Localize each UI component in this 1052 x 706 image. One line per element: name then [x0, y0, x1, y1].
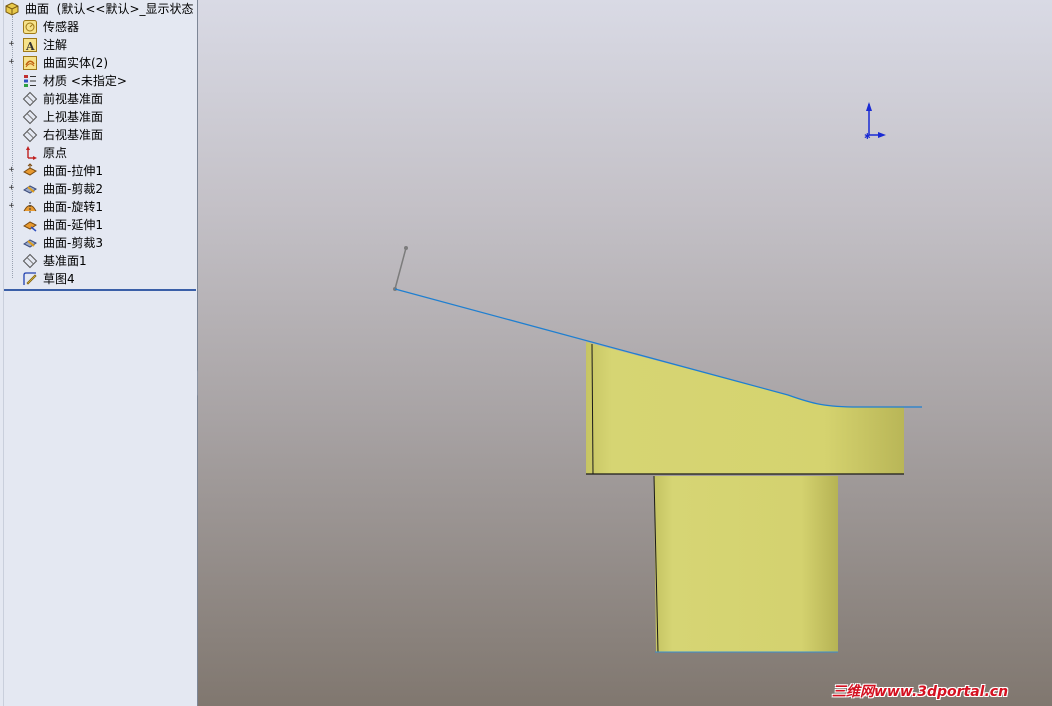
- expand-icon[interactable]: +: [7, 202, 16, 211]
- tree-item-label: 传感器: [43, 20, 80, 34]
- tree-item[interactable]: + 曲面-剪裁2: [0, 180, 197, 198]
- material-icon: [22, 73, 38, 89]
- tree-item[interactable]: 材质 <未指定>: [0, 72, 197, 90]
- watermark-logo: 三维网www.3dportal.cn: [832, 684, 1009, 700]
- graphics-viewport[interactable]: ✱: [198, 0, 1052, 706]
- plane-icon: [22, 253, 38, 269]
- surface-extend-icon: [22, 217, 38, 233]
- tree-item[interactable]: 原点: [0, 144, 197, 162]
- feature-manager-tree: 曲面 (默认<<默认>_显示状态 1 传感器 + A 注解 + 曲面实体(2) 材质 <未指…: [0, 0, 198, 706]
- surface-bodies-icon: [22, 55, 38, 71]
- tree-item-label: 曲面实体(2): [43, 56, 108, 70]
- plane-icon: [22, 127, 38, 143]
- surface-trim-icon: [22, 181, 38, 197]
- tree-root-part[interactable]: 曲面 (默认<<默认>_显示状态 1: [0, 0, 197, 18]
- tree-item[interactable]: 右视基准面: [0, 126, 197, 144]
- surface-extrude-icon: [22, 163, 38, 179]
- tree-item-label: 前视基准面: [43, 92, 104, 106]
- tree-item-label: 曲面-剪裁3: [43, 236, 103, 250]
- origin-icon: [22, 145, 38, 161]
- tree-item-label: 曲面-剪裁2: [43, 182, 103, 196]
- tree-item[interactable]: 曲面-延伸1: [0, 216, 197, 234]
- tree-item[interactable]: + 曲面实体(2): [0, 54, 197, 72]
- tree-item-label: 注解: [43, 38, 68, 52]
- expand-icon[interactable]: +: [7, 166, 16, 175]
- tree-item-label: 基准面1: [43, 254, 87, 268]
- sketch-stub[interactable]: [393, 246, 408, 291]
- expand-icon[interactable]: +: [7, 40, 16, 49]
- tree-item[interactable]: 上视基准面: [0, 108, 197, 126]
- surface-trim-icon: [22, 235, 38, 251]
- plane-icon: [22, 91, 38, 107]
- tree-item[interactable]: 前视基准面: [0, 90, 197, 108]
- tree-item-label: 曲面-延伸1: [43, 218, 103, 232]
- rollback-bar[interactable]: [4, 289, 196, 291]
- sketch-icon: [22, 271, 38, 287]
- origin-triad-icon: ✱: [864, 102, 886, 141]
- expand-icon[interactable]: +: [7, 184, 16, 193]
- tree-root-label: 曲面 (默认<<默认>_显示状态 1: [25, 1, 198, 17]
- tree-item[interactable]: 草图4: [0, 270, 197, 288]
- tree-root-config: (默认<<默认>_显示状态 1: [56, 2, 198, 16]
- tree-item-label: 右视基准面: [43, 128, 104, 142]
- svg-text:✱: ✱: [864, 132, 871, 141]
- tree-item-label: 上视基准面: [43, 110, 104, 124]
- tree-item[interactable]: 传感器: [0, 18, 197, 36]
- annotation-icon: A: [22, 37, 38, 53]
- lower-cylinder-body[interactable]: [653, 475, 838, 653]
- tree-item-label: 曲面-旋转1: [43, 200, 103, 214]
- tree-item[interactable]: + 曲面-旋转1: [0, 198, 197, 216]
- tree-item[interactable]: + A 注解: [0, 36, 197, 54]
- tree-item-label: 材质 <未指定>: [43, 74, 127, 88]
- upper-surface-body[interactable]: [586, 342, 904, 475]
- tree-item-label: 曲面-拉伸1: [43, 164, 103, 178]
- tree-item-label: 草图4: [43, 272, 75, 286]
- plane-icon: [22, 109, 38, 125]
- tree-item-label: 原点: [43, 146, 68, 160]
- expand-icon[interactable]: +: [7, 58, 16, 67]
- part-icon: [4, 1, 20, 17]
- surface-revolve-icon: [22, 199, 38, 215]
- tree-item[interactable]: + 曲面-拉伸1: [0, 162, 197, 180]
- tree-item[interactable]: 曲面-剪裁3: [0, 234, 197, 252]
- tree-item[interactable]: 基准面1: [0, 252, 197, 270]
- svg-text:A: A: [25, 40, 35, 53]
- sensor-icon: [22, 19, 38, 35]
- model-view: ✱: [393, 102, 922, 653]
